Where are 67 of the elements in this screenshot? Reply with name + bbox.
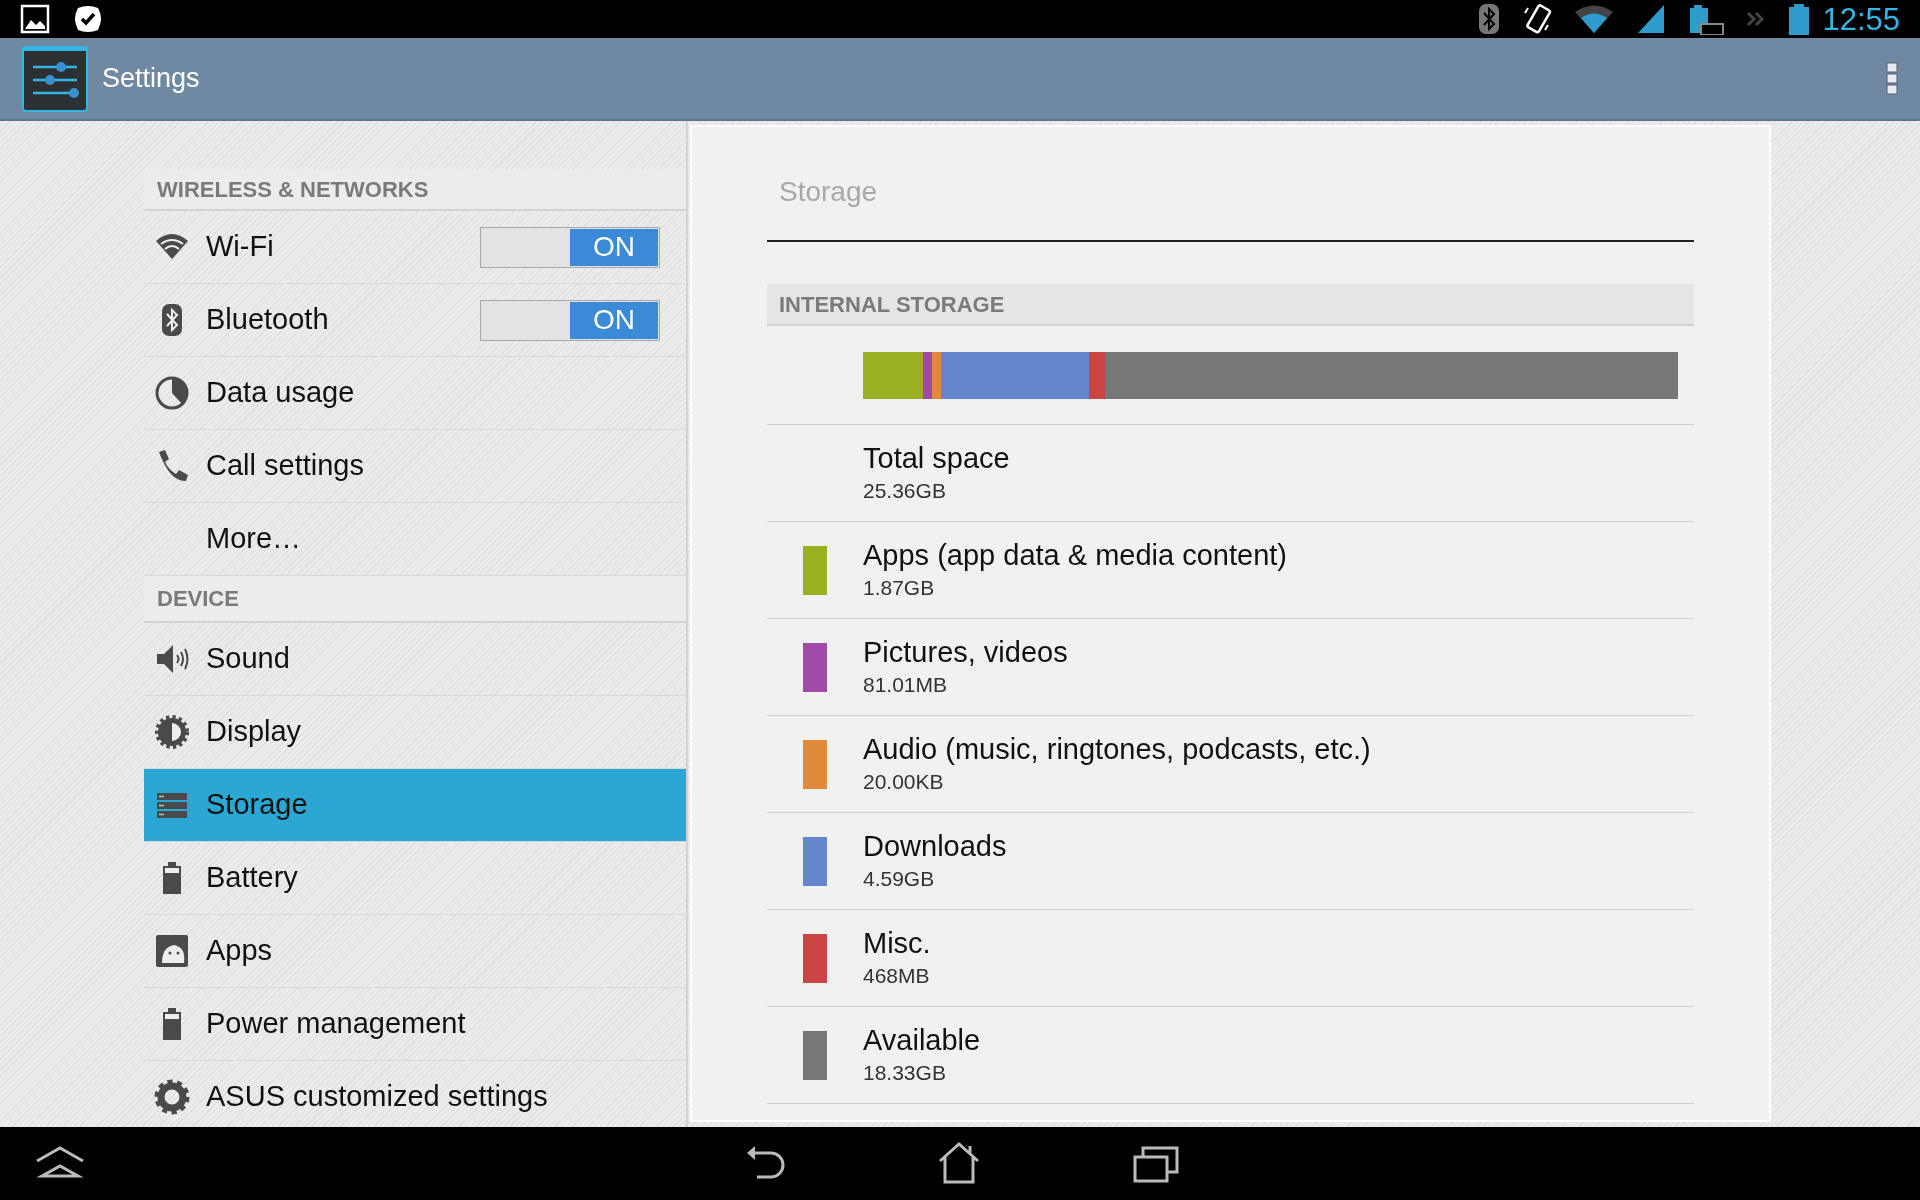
storage-row[interactable]: Pictures, videos 81.01MB <box>767 619 1694 716</box>
pie-chart-icon <box>154 375 190 411</box>
item-label: Apps <box>206 933 274 969</box>
item-label: Bluetooth <box>206 302 330 338</box>
settings-list-item[interactable]: Power management <box>144 988 686 1061</box>
settings-list-item[interactable]: Storage <box>144 769 686 842</box>
section-header: WIRELESS & NETWORKS <box>144 169 686 211</box>
android-apps-icon <box>154 933 190 969</box>
screen-rotation-icon <box>1522 3 1553 35</box>
storage-label: Audio (music, ringtones, podcasts, etc.) <box>863 732 1371 767</box>
storage-size: 20.00KB <box>863 769 945 795</box>
item-label: Storage <box>206 787 309 823</box>
settings-list-item[interactable]: Wi-Fi ON <box>144 211 686 284</box>
bluetooth-icon <box>1478 3 1501 35</box>
chevron-icon <box>1746 9 1767 29</box>
recent-apps-icon[interactable] <box>1133 1145 1179 1183</box>
item-label: Sound <box>206 641 291 677</box>
storage-size: 25.36GB <box>863 478 947 504</box>
item-label: ASUS customized settings <box>206 1079 549 1115</box>
settings-list-item[interactable]: Apps <box>144 915 686 988</box>
storage-label: Apps (app data & media content) <box>863 538 1287 573</box>
brightness-icon <box>154 714 190 750</box>
cell-signal-icon <box>1636 3 1667 35</box>
item-label: Call settings <box>206 448 365 484</box>
item-label: More… <box>206 521 303 557</box>
storage-label: Available <box>863 1023 981 1058</box>
settings-list-item[interactable]: Data usage <box>144 357 686 430</box>
battery-icon <box>1788 3 1811 35</box>
storage-row[interactable]: Available 18.33GB <box>767 1007 1694 1104</box>
toggle-switch[interactable]: ON <box>480 299 660 341</box>
settings-list-item[interactable]: Sound <box>144 623 686 696</box>
check-notification-icon <box>72 4 104 34</box>
settings-list-item[interactable]: Bluetooth ON <box>144 284 686 357</box>
item-label: Battery <box>206 860 299 896</box>
storage-size: 81.01MB <box>863 672 949 698</box>
storage-size: 18.33GB <box>863 1060 947 1086</box>
clock-time: 12:55 <box>1822 3 1900 35</box>
app-title: Settings <box>102 62 200 96</box>
storage-row[interactable]: Misc. 468MB <box>767 910 1694 1007</box>
settings-app-icon[interactable] <box>22 45 88 112</box>
item-label: Data usage <box>206 375 356 411</box>
picture-notification-icon <box>20 4 50 34</box>
gear-icon <box>154 1079 190 1115</box>
storage-row[interactable]: Total space 25.36GB <box>767 425 1694 522</box>
section-header: INTERNAL STORAGE <box>767 284 1694 326</box>
section-header: DEVICE <box>144 576 686 623</box>
storage-size: 4.59GB <box>863 866 936 892</box>
item-label: Display <box>206 714 303 750</box>
storage-label: Total space <box>863 441 1010 476</box>
item-label: Power management <box>206 1006 467 1042</box>
settings-list-item[interactable]: Battery <box>144 842 686 915</box>
toggle-switch[interactable]: ON <box>480 226 660 268</box>
settings-list-item[interactable]: Call settings <box>144 430 686 503</box>
storage-size: 1.87GB <box>863 575 936 601</box>
item-label: Wi-Fi <box>206 229 275 265</box>
overflow-menu-icon[interactable] <box>1886 61 1898 96</box>
storage-label: Downloads <box>863 829 1007 864</box>
panel-title: Storage <box>767 127 1694 242</box>
storage-row[interactable]: Audio (music, ringtones, podcasts, etc.) 20.00KB <box>767 716 1694 813</box>
storage-row[interactable]: Downloads 4.59GB <box>767 813 1694 910</box>
wifi-signal-icon <box>1574 3 1615 35</box>
storage-label: Pictures, videos <box>863 635 1068 670</box>
storage-size: 468MB <box>863 963 931 989</box>
up-chevron-icon[interactable] <box>34 1145 86 1179</box>
storage-row[interactable]: Apps (app data & media content) 1.87GB <box>767 522 1694 619</box>
storage-label: Misc. <box>863 926 931 961</box>
home-icon[interactable] <box>937 1141 981 1185</box>
